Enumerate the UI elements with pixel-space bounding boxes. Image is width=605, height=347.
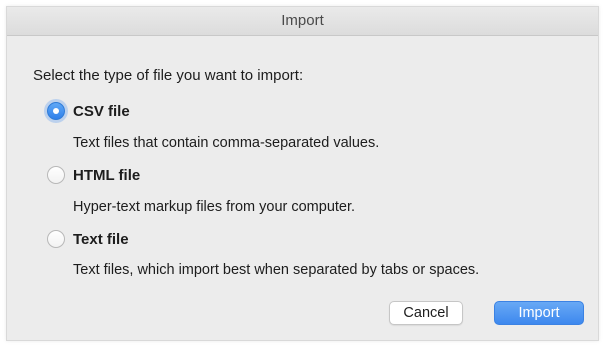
option-text[interactable]: Text file (47, 228, 129, 250)
cancel-button[interactable]: Cancel (389, 301, 463, 325)
option-csv[interactable]: CSV file (47, 100, 130, 122)
option-text-description: Text files, which import best when separ… (73, 262, 480, 278)
import-dialog: Import Select the type of file you want … (6, 6, 599, 341)
option-html-description: Hyper-text markup files from your comput… (73, 199, 356, 215)
option-csv-label[interactable]: CSV file (73, 103, 130, 120)
radio-html[interactable] (47, 166, 65, 184)
import-button[interactable]: Import (494, 301, 584, 325)
window-title: Import (7, 7, 598, 36)
import-prompt: Select the type of file you want to impo… (33, 67, 304, 84)
option-text-label[interactable]: Text file (73, 231, 129, 248)
option-html[interactable]: HTML file (47, 164, 140, 186)
radio-text[interactable] (47, 230, 65, 248)
option-html-label[interactable]: HTML file (73, 167, 140, 184)
option-csv-description: Text files that contain comma-separated … (73, 135, 380, 151)
radio-csv-selected[interactable] (47, 102, 65, 120)
